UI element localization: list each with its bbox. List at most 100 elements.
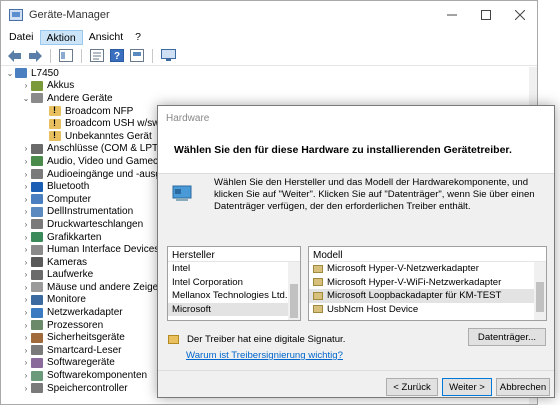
device-category-icon bbox=[31, 332, 43, 343]
model-item[interactable]: Microsoft Hyper-V-WiFi-Netzwerkadapter bbox=[309, 276, 546, 290]
model-item-label: Microsoft Hyper-V-WiFi-Netzwerkadapter bbox=[327, 276, 502, 288]
model-item[interactable]: UsbNcm Host Device bbox=[309, 303, 546, 317]
chevron-right-icon[interactable]: › bbox=[21, 81, 31, 90]
tree-node-label: Grafikkarten bbox=[47, 231, 102, 243]
device-category-icon bbox=[31, 206, 43, 217]
chevron-down-icon[interactable]: ⌄ bbox=[21, 94, 31, 103]
warning-device-icon bbox=[49, 105, 61, 117]
chevron-right-icon[interactable]: › bbox=[21, 371, 31, 380]
tree-node-label: Monitore bbox=[47, 294, 86, 306]
manufacturer-item[interactable]: Intel Corporation bbox=[168, 276, 300, 290]
tree-node-label: Smartcard-Leser bbox=[47, 344, 122, 356]
menu-datei[interactable]: Datei bbox=[3, 30, 40, 45]
help-icon: ? bbox=[110, 49, 124, 62]
warning-device-icon bbox=[49, 118, 61, 129]
tree-node-label: Sicherheitsgeräte bbox=[47, 332, 125, 344]
signed-driver-icon bbox=[168, 335, 179, 344]
dialog-separator bbox=[158, 370, 554, 371]
tree-node-label: Computer bbox=[47, 193, 91, 205]
network-adapter-icon bbox=[313, 278, 323, 287]
update-driver-button[interactable] bbox=[129, 48, 145, 64]
chevron-down-icon[interactable]: ⌄ bbox=[5, 69, 15, 78]
close-button[interactable] bbox=[503, 1, 537, 29]
manufacturer-scrollbar[interactable] bbox=[288, 262, 300, 320]
menu-help[interactable]: ? bbox=[129, 30, 147, 45]
toolbar-separator bbox=[50, 48, 51, 63]
device-category-icon bbox=[31, 93, 43, 104]
chevron-right-icon[interactable]: › bbox=[21, 346, 31, 355]
chevron-right-icon[interactable]: › bbox=[21, 144, 31, 153]
close-icon bbox=[515, 10, 525, 20]
tree-node-label: Akkus bbox=[47, 80, 75, 92]
driver-icon bbox=[130, 49, 144, 62]
tree-node-label: Druckwarteschlangen bbox=[47, 218, 144, 230]
chevron-right-icon[interactable]: › bbox=[21, 321, 31, 330]
tree-node-label: Bluetooth bbox=[47, 181, 90, 193]
dialog-heading: Wählen Sie den für diese Hardware zu ins… bbox=[158, 130, 554, 174]
chevron-right-icon[interactable]: › bbox=[21, 258, 31, 267]
manufacturer-scroll-thumb[interactable] bbox=[290, 284, 298, 318]
manufacturer-item[interactable]: Mellanox Technologies Ltd. bbox=[168, 289, 300, 303]
forward-button[interactable] bbox=[27, 48, 43, 64]
model-scroll-thumb[interactable] bbox=[536, 282, 544, 312]
network-adapter-icon bbox=[313, 264, 323, 273]
manufacturer-item[interactable]: Microsoft bbox=[168, 302, 300, 316]
device-category-icon bbox=[31, 320, 43, 331]
chevron-right-icon[interactable]: › bbox=[21, 182, 31, 191]
tree-node-label: Speichercontroller bbox=[47, 382, 128, 394]
show-hide-tree-button[interactable] bbox=[58, 48, 74, 64]
chevron-right-icon[interactable]: › bbox=[21, 157, 31, 166]
model-item[interactable]: Microsoft Hyper-V-Netzwerkadapter bbox=[309, 262, 546, 276]
device-category-icon bbox=[31, 143, 43, 154]
chevron-right-icon[interactable]: › bbox=[21, 245, 31, 254]
maximize-button[interactable] bbox=[469, 1, 503, 29]
chevron-right-icon[interactable]: › bbox=[21, 270, 31, 279]
toolbar: ? bbox=[1, 46, 537, 66]
menu-ansicht[interactable]: Ansicht bbox=[83, 30, 129, 45]
chevron-right-icon[interactable]: › bbox=[21, 207, 31, 216]
model-list[interactable]: Modell Microsoft Hyper-V-Netzwerkadapter… bbox=[308, 246, 547, 321]
chevron-right-icon[interactable]: › bbox=[21, 233, 31, 242]
tree-root[interactable]: ⌄ L7450 bbox=[5, 67, 531, 80]
chevron-right-icon[interactable]: › bbox=[21, 220, 31, 229]
tree-node[interactable]: › Akkus bbox=[5, 80, 531, 93]
dialog-info-text: Wählen Sie den Hersteller und das Modell… bbox=[214, 177, 535, 213]
back-wizard-button[interactable]: < Zurück bbox=[386, 378, 438, 396]
tree-node-label: Netzwerkadapter bbox=[47, 307, 123, 319]
tree-node-label: Laufwerke bbox=[47, 269, 94, 281]
scan-hardware-button[interactable] bbox=[160, 48, 176, 64]
tree-node-label: Human Interface Devices bbox=[47, 244, 160, 256]
computer-icon bbox=[15, 68, 27, 79]
properties-button[interactable] bbox=[89, 48, 105, 64]
chevron-right-icon[interactable]: › bbox=[21, 295, 31, 304]
model-scrollbar[interactable] bbox=[534, 262, 546, 320]
warning-device-icon bbox=[49, 130, 61, 142]
device-manager-icon bbox=[9, 9, 23, 21]
tree-node-label: Softwarekomponenten bbox=[47, 370, 148, 382]
tree-node[interactable]: ⌄ Andere Geräte bbox=[5, 92, 531, 105]
have-disk-button[interactable]: Datenträger... bbox=[468, 328, 546, 346]
chevron-right-icon[interactable]: › bbox=[21, 195, 31, 204]
tree-view-icon bbox=[59, 49, 73, 62]
toolbar-separator bbox=[81, 48, 82, 63]
signature-info: Der Treiber hat eine digitale Signatur. bbox=[168, 334, 345, 345]
model-item-label: Microsoft Hyper-V-Netzwerkadapter bbox=[327, 263, 479, 275]
chevron-right-icon[interactable]: › bbox=[21, 333, 31, 342]
chevron-right-icon[interactable]: › bbox=[21, 170, 31, 179]
model-item[interactable]: Microsoft Loopbackadapter für KM-TEST bbox=[309, 289, 546, 303]
device-category-icon bbox=[31, 181, 43, 192]
signature-link[interactable]: Warum ist Treibersignierung wichtig? bbox=[186, 350, 343, 361]
chevron-right-icon[interactable]: › bbox=[21, 308, 31, 317]
manufacturer-list[interactable]: Hersteller Intel Intel Corporation Mellano… bbox=[167, 246, 301, 321]
tree-root-label: L7450 bbox=[31, 67, 59, 79]
chevron-right-icon[interactable]: › bbox=[21, 358, 31, 367]
back-button[interactable] bbox=[7, 48, 23, 64]
help-button[interactable]: ? bbox=[109, 48, 125, 64]
chevron-right-icon[interactable]: › bbox=[21, 384, 31, 393]
manufacturer-item[interactable]: Intel bbox=[168, 262, 300, 276]
menu-aktion[interactable]: Aktion bbox=[39, 30, 83, 45]
chevron-right-icon[interactable]: › bbox=[21, 283, 31, 292]
cancel-button[interactable]: Abbrechen bbox=[496, 378, 550, 396]
next-button[interactable]: Weiter > bbox=[442, 378, 492, 396]
minimize-button[interactable] bbox=[435, 1, 469, 29]
